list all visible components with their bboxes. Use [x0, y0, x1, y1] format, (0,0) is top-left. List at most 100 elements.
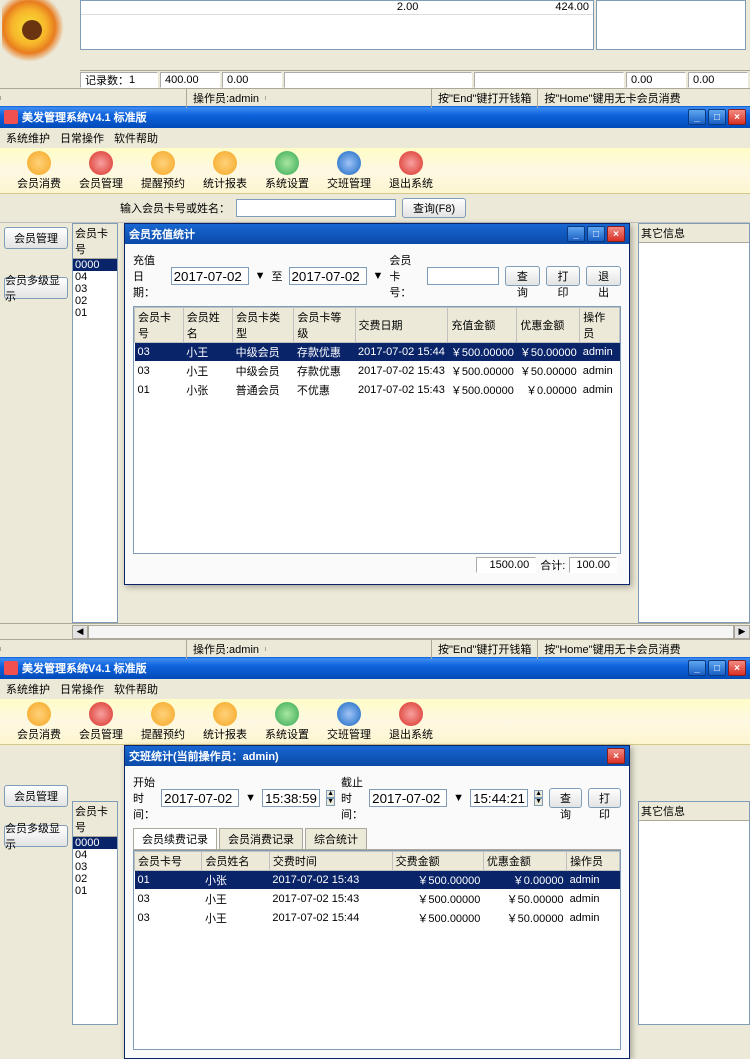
menubar: 系统维护 日常操作 软件帮助	[0, 128, 750, 148]
table-row[interactable]: 01小张2017-07-02 15:43￥500.00000￥0.00000ad…	[135, 871, 620, 890]
col-header[interactable]: 会员卡等级	[294, 308, 355, 343]
end-time-input[interactable]	[470, 789, 528, 807]
window2-titlebar[interactable]: 美发管理系统V4.1 标准版 _ □ ×	[0, 657, 750, 679]
date-to-input[interactable]	[289, 267, 367, 285]
member-row[interactable]: 03	[73, 861, 117, 873]
toolbtn-会员管理[interactable]: 会员管理	[70, 702, 132, 742]
maximize-button[interactable]: □	[708, 109, 726, 125]
col-header[interactable]: 会员卡号	[135, 852, 202, 871]
side-member-multi-display[interactable]: 会员多级显示	[4, 825, 68, 847]
time-spinner[interactable]: ▲▼	[326, 790, 335, 806]
member-row[interactable]: 04	[73, 849, 117, 861]
toolbtn-退出系统[interactable]: 退出系统	[380, 151, 442, 191]
toolbtn-系统设置[interactable]: 系统设置	[256, 151, 318, 191]
table-row[interactable]: 03小王中级会员存款优惠2017-07-02 15:43￥500.00000￥5…	[135, 362, 620, 381]
dlg-maximize-button[interactable]: □	[587, 226, 605, 242]
member-row[interactable]: 02	[73, 295, 117, 307]
tab-renew[interactable]: 会员续费记录	[133, 828, 217, 849]
col-header[interactable]: 充值金额	[448, 308, 517, 343]
member-row[interactable]: 04	[73, 271, 117, 283]
member-row[interactable]: 02	[73, 873, 117, 885]
scroll-right-icon[interactable]: ▶	[734, 625, 750, 639]
shift-query-button[interactable]: 查询	[549, 788, 582, 808]
menu-help[interactable]: 软件帮助	[114, 130, 158, 146]
dlg-exit-button[interactable]: 退出	[586, 266, 621, 286]
member-list[interactable]: 会员卡号 0000 04 03 02 01	[72, 801, 118, 1025]
time-spinner[interactable]: ▲▼	[534, 790, 543, 806]
toolbtn-系统设置[interactable]: 系统设置	[256, 702, 318, 742]
member-row[interactable]: 01	[73, 885, 117, 897]
member-row-selected[interactable]: 0000	[73, 837, 117, 849]
member-row[interactable]: 03	[73, 283, 117, 295]
member-list[interactable]: 会员卡号 0000 04 03 02 01	[72, 223, 118, 623]
shift-print-button[interactable]: 打印	[588, 788, 621, 808]
dlg-print-button[interactable]: 打印	[546, 266, 581, 286]
search-input[interactable]	[236, 199, 396, 217]
toolbtn-统计报表[interactable]: 统计报表	[194, 151, 256, 191]
maximize-button[interactable]: □	[708, 660, 726, 676]
col-header[interactable]: 会员姓名	[202, 852, 269, 871]
shift-table[interactable]: 会员卡号会员姓名交费时间交费金额优惠金额操作员 01小张2017-07-02 1…	[134, 851, 620, 928]
scroll-left-icon[interactable]: ◀	[72, 625, 88, 639]
col-header[interactable]: 交费日期	[355, 308, 448, 343]
toolbtn-会员管理[interactable]: 会员管理	[70, 151, 132, 191]
menu-system[interactable]: 系统维护	[6, 130, 50, 146]
table-row[interactable]: 03小王2017-07-02 15:43￥500.00000￥50.00000a…	[135, 890, 620, 909]
menu-daily[interactable]: 日常操作	[60, 130, 104, 146]
menu-help[interactable]: 软件帮助	[114, 681, 158, 697]
close-button[interactable]: ×	[728, 109, 746, 125]
table-row[interactable]: 03小王中级会员存款优惠2017-07-02 15:44￥500.00000￥5…	[135, 343, 620, 362]
col-header[interactable]: 会员卡类型	[233, 308, 294, 343]
status-operator: 操作员:admin	[186, 88, 265, 108]
toolbtn-会员消费[interactable]: 会员消费	[8, 702, 70, 742]
col-header[interactable]: 操作员	[580, 308, 620, 343]
toolbtn-统计报表[interactable]: 统计报表	[194, 702, 256, 742]
close-button[interactable]: ×	[728, 660, 746, 676]
member-row-selected[interactable]: 0000	[73, 259, 117, 271]
side-member-manage[interactable]: 会员管理	[4, 785, 68, 807]
side-member-manage[interactable]: 会员管理	[4, 227, 68, 249]
col-header[interactable]: 会员卡号	[135, 308, 184, 343]
toolbtn-提醒预约[interactable]: 提醒预约	[132, 151, 194, 191]
date-from-input[interactable]	[171, 267, 249, 285]
toolbtn-退出系统[interactable]: 退出系统	[380, 702, 442, 742]
card-input[interactable]	[427, 267, 499, 285]
shift-dialog-titlebar[interactable]: 交班统计(当前操作员：admin) ×	[125, 746, 629, 766]
tab-consume[interactable]: 会员消费记录	[219, 828, 303, 849]
col-header[interactable]: 优惠金额	[517, 308, 580, 343]
col-header[interactable]: 优惠金额	[483, 852, 566, 871]
shift-dialog: 交班统计(当前操作员：admin) × 开始时间： ▼ ▲▼ 截止时间： ▼ ▲…	[124, 745, 630, 1059]
start-time-input[interactable]	[262, 789, 320, 807]
recharge-dialog-titlebar[interactable]: 会员充值统计 _ □ ×	[125, 224, 629, 244]
side-member-multi-display[interactable]: 会员多级显示	[4, 277, 68, 299]
dlg-close-button[interactable]: ×	[607, 226, 625, 242]
dlg-close-button[interactable]: ×	[607, 748, 625, 764]
col-header[interactable]: 交费时间	[269, 852, 392, 871]
toolbtn-交班管理[interactable]: 交班管理	[318, 151, 380, 191]
dlg-minimize-button[interactable]: _	[567, 226, 585, 242]
toolbtn-提醒预约[interactable]: 提醒预约	[132, 702, 194, 742]
toolbtn-会员消费[interactable]: 会员消费	[8, 151, 70, 191]
member-row[interactable]: 01	[73, 307, 117, 319]
center-area: 会员充值统计 _ □ × 充值日期： ▼ 至 ▼ 会员卡号： 查询 打印	[118, 223, 638, 623]
minimize-button[interactable]: _	[688, 660, 706, 676]
table-row[interactable]: 03小王2017-07-02 15:44￥500.00000￥50.00000a…	[135, 909, 620, 928]
minimize-button[interactable]: _	[688, 109, 706, 125]
toolbtn-交班管理[interactable]: 交班管理	[318, 702, 380, 742]
menu-daily[interactable]: 日常操作	[60, 681, 104, 697]
hscrollbar[interactable]: ◀ ▶	[0, 623, 750, 639]
tab-summary[interactable]: 综合统计	[305, 828, 367, 849]
start-date-input[interactable]	[161, 789, 239, 807]
recharge-table[interactable]: 会员卡号会员姓名会员卡类型会员卡等级交费日期充值金额优惠金额操作员 03小王中级…	[134, 307, 620, 400]
table-row[interactable]: 01小张普通会员不优惠2017-07-02 15:43￥500.00000￥0.…	[135, 381, 620, 400]
end-date-input[interactable]	[369, 789, 447, 807]
window1-titlebar[interactable]: 美发管理系统V4.1 标准版 _ □ ×	[0, 106, 750, 128]
menu-system[interactable]: 系统维护	[6, 681, 50, 697]
query-button[interactable]: 查询(F8)	[402, 198, 466, 218]
col-header[interactable]: 会员姓名	[183, 308, 232, 343]
col-header[interactable]: 操作员	[567, 852, 620, 871]
sidebar: 会员管理 会员多级显示	[0, 745, 72, 1025]
toolbar-label: 退出系统	[389, 726, 433, 742]
col-header[interactable]: 交费金额	[392, 852, 483, 871]
dlg-query-button[interactable]: 查询	[505, 266, 540, 286]
